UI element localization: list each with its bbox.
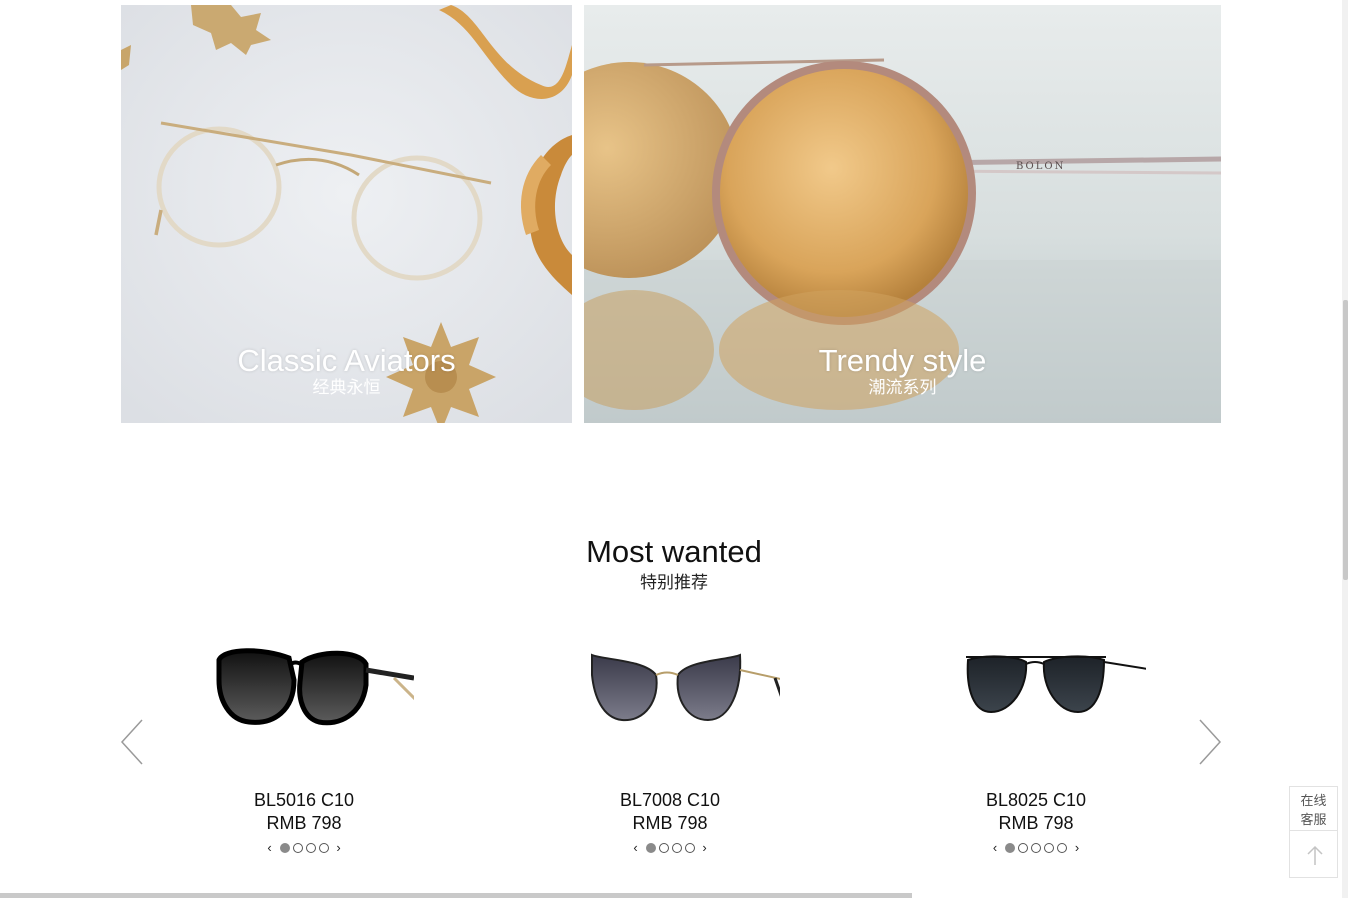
swatch-next-icon[interactable]: › bbox=[332, 841, 346, 855]
product-image bbox=[216, 648, 414, 770]
product-card[interactable]: BL7008 C10 RMB 798 ‹ › bbox=[540, 640, 800, 856]
product-model: BL7008 C10 bbox=[619, 790, 721, 810]
swatch-prev-icon[interactable]: ‹ bbox=[629, 841, 643, 855]
banner-subtitle: 潮流系列 bbox=[868, 378, 937, 397]
swatch-next-icon[interactable]: › bbox=[698, 841, 712, 855]
banner-classic-aviators[interactable]: Classic Aviators 经典永恒 bbox=[121, 5, 572, 423]
color-swatch[interactable] bbox=[645, 843, 656, 853]
color-swatch[interactable] bbox=[684, 843, 695, 853]
product-image bbox=[591, 653, 780, 722]
color-swatch[interactable] bbox=[671, 843, 682, 853]
product-model: BL5016 C10 bbox=[253, 790, 355, 810]
chevron-left-icon[interactable] bbox=[118, 718, 146, 766]
color-swatch[interactable] bbox=[1018, 843, 1028, 853]
back-to-top-button[interactable] bbox=[1289, 831, 1338, 878]
color-swatch[interactable] bbox=[1031, 843, 1041, 853]
service-label-line2: 客服 bbox=[1300, 812, 1327, 827]
banner-subtitle: 经典永恒 bbox=[312, 378, 381, 397]
banner-trendy-style[interactable]: BOLON Trendy style 潮流系列 bbox=[584, 5, 1221, 423]
color-swatch[interactable] bbox=[292, 843, 303, 853]
color-swatch[interactable] bbox=[1057, 843, 1067, 853]
color-swatch[interactable] bbox=[1044, 843, 1054, 853]
color-swatches: ‹ › bbox=[540, 840, 800, 856]
product-price: RMB 798 bbox=[998, 813, 1074, 833]
arrow-up-icon bbox=[1307, 845, 1323, 865]
swatch-prev-icon[interactable]: ‹ bbox=[263, 841, 277, 855]
color-swatch[interactable] bbox=[658, 843, 669, 853]
bolon-logo: BOLON bbox=[1016, 161, 1065, 172]
service-label-line1: 在线 bbox=[1300, 793, 1327, 808]
banner-title: Trendy style bbox=[818, 343, 987, 378]
color-swatches: ‹ › bbox=[174, 840, 434, 856]
vertical-scrollbar-thumb[interactable] bbox=[1343, 300, 1348, 580]
horizontal-scrollbar-thumb[interactable] bbox=[0, 893, 912, 898]
swatch-next-icon[interactable]: › bbox=[1070, 841, 1084, 855]
color-swatch[interactable] bbox=[1005, 843, 1015, 853]
section-title: Most wanted bbox=[586, 534, 762, 569]
product-image bbox=[966, 655, 1146, 714]
product-price: RMB 798 bbox=[632, 813, 708, 833]
chevron-right-icon[interactable] bbox=[1196, 718, 1224, 766]
product-price: RMB 798 bbox=[266, 813, 342, 833]
color-swatch[interactable] bbox=[305, 843, 316, 853]
color-swatches: ‹ › bbox=[906, 840, 1166, 856]
banner-title: Classic Aviators bbox=[237, 343, 456, 378]
swatch-prev-icon[interactable]: ‹ bbox=[988, 841, 1002, 855]
online-service-button[interactable]: 在线 客服 bbox=[1289, 786, 1338, 831]
product-card[interactable]: BL8025 C10 RMB 798 ‹ › bbox=[906, 640, 1166, 856]
product-model: BL8025 C10 bbox=[985, 790, 1087, 810]
product-card[interactable]: BL5016 C10 RMB 798 ‹ › bbox=[174, 640, 434, 856]
color-swatch[interactable] bbox=[279, 843, 290, 853]
color-swatch[interactable] bbox=[318, 843, 329, 853]
section-subtitle: 特别推荐 bbox=[640, 573, 708, 592]
